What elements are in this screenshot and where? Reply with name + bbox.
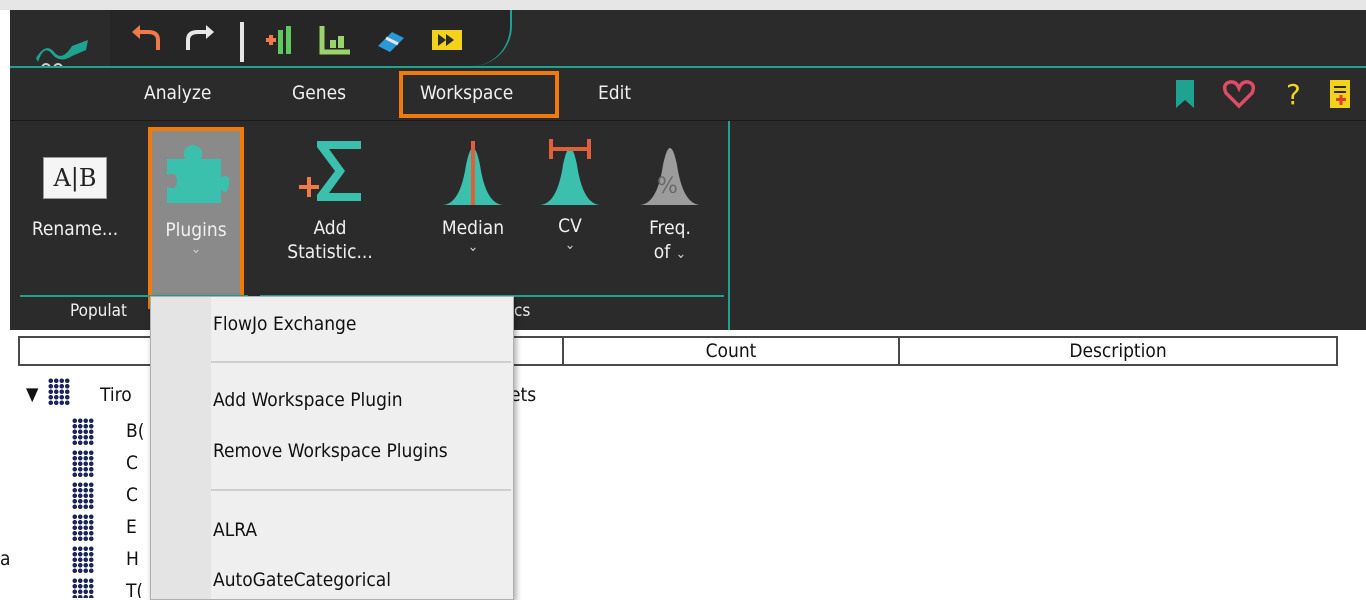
population-grid-icon	[48, 378, 70, 406]
population-grid-icon	[72, 546, 94, 574]
menu-item-alra[interactable]: ALRA	[213, 519, 257, 541]
tree-child-label[interactable]: C	[126, 484, 138, 506]
chevron-down-icon: ⌄	[467, 239, 479, 255]
median-label: Median	[441, 217, 505, 239]
menu-item-add-workspace-plugin[interactable]: Add Workspace Plugin	[213, 389, 403, 411]
sigma-icon	[299, 141, 361, 201]
population-grid-icon	[72, 482, 94, 510]
bookmark-icon[interactable]	[1174, 78, 1196, 110]
quick-access-bar	[10, 10, 1366, 72]
median-button[interactable]: Median ⌄	[428, 121, 518, 254]
ribbon-separator	[728, 121, 730, 331]
eraser-icon[interactable]	[374, 24, 408, 56]
freq-label-2: of ⌄	[653, 241, 687, 263]
population-grid-icon	[72, 450, 94, 478]
populations-group-label: Populat	[70, 301, 127, 321]
workspace-highlight-box	[399, 71, 559, 118]
menu-analyze[interactable]: Analyze	[144, 82, 211, 104]
layout-icon[interactable]	[318, 24, 352, 56]
add-document-icon[interactable]	[1328, 78, 1354, 112]
freq-of-button[interactable]: % Freq. of ⌄	[630, 121, 710, 266]
column-header-count[interactable]: Count	[562, 336, 900, 366]
population-grid-icon	[72, 418, 94, 446]
menu-genes[interactable]: Genes	[292, 82, 346, 104]
cv-button[interactable]: CV ⌄	[532, 121, 608, 252]
chevron-down-icon: ⌄	[190, 241, 202, 257]
toolbar-divider	[240, 22, 244, 62]
menu-item-flowjo-exchange[interactable]: FlowJo Exchange	[213, 313, 356, 335]
heart-icon[interactable]	[1222, 78, 1256, 110]
svg-text:%: %	[657, 174, 678, 199]
menu-item-autogatecategorical[interactable]: AutoGateCategorical	[213, 569, 391, 591]
percent-icon: %	[639, 148, 701, 205]
menu-separator	[211, 361, 511, 363]
statistics-group-label: cs	[514, 301, 531, 321]
svg-text:?: ?	[1286, 78, 1301, 110]
column-header-description[interactable]: Description	[898, 336, 1338, 366]
plugins-label: Plugins	[165, 219, 227, 241]
undo-icon[interactable]	[130, 24, 164, 54]
tree-root-label[interactable]: Tiro	[100, 384, 132, 406]
chevron-down-icon: ⌄	[564, 237, 576, 253]
plugins-dropdown-menu: FlowJo Exchange Add Workspace Plugin Rem…	[150, 296, 514, 600]
freq-label-1: Freq.	[649, 217, 691, 239]
tree-child-label[interactable]: C	[126, 452, 138, 474]
menu-edit[interactable]: Edit	[598, 82, 631, 104]
menu-icon-gutter	[151, 297, 211, 599]
rename-ab-icon: A|B	[43, 157, 107, 199]
forward-icon[interactable]	[430, 24, 464, 56]
cv-icon	[539, 139, 601, 205]
tree-child-label[interactable]: E	[126, 516, 137, 538]
cv-label: CV	[558, 215, 582, 237]
menu-separator	[211, 489, 511, 491]
tree-child-label[interactable]: B(	[126, 420, 144, 442]
puzzle-icon	[167, 145, 230, 203]
add-statistic-label-2: Statistic...	[287, 241, 373, 263]
rename-button[interactable]: A|B Rename...	[20, 121, 130, 241]
redo-icon[interactable]	[182, 24, 216, 54]
help-icon[interactable]: ?	[1282, 78, 1306, 110]
population-grid-icon	[72, 578, 94, 598]
population-grid-icon	[72, 514, 94, 542]
add-statistic-label-1: Add	[313, 217, 347, 239]
tree-child-label[interactable]: H	[126, 548, 139, 570]
left-edge-text: a	[0, 548, 11, 570]
rename-label: Rename...	[31, 218, 119, 240]
add-statistic-button[interactable]: Add Statistic...	[280, 121, 380, 264]
menu-bar: Analyze Genes Workspace Edit ?	[10, 66, 1366, 122]
plugins-button-content[interactable]: Plugins ⌄	[150, 121, 242, 256]
add-parameter-icon[interactable]	[264, 24, 298, 56]
window-top-strip	[0, 0, 1366, 10]
tree-child-label[interactable]: T(	[126, 580, 143, 598]
median-icon	[442, 141, 504, 205]
menu-item-remove-workspace-plugins[interactable]: Remove Workspace Plugins	[213, 440, 448, 462]
tree-expand-toggle[interactable]: ▼	[26, 384, 38, 405]
